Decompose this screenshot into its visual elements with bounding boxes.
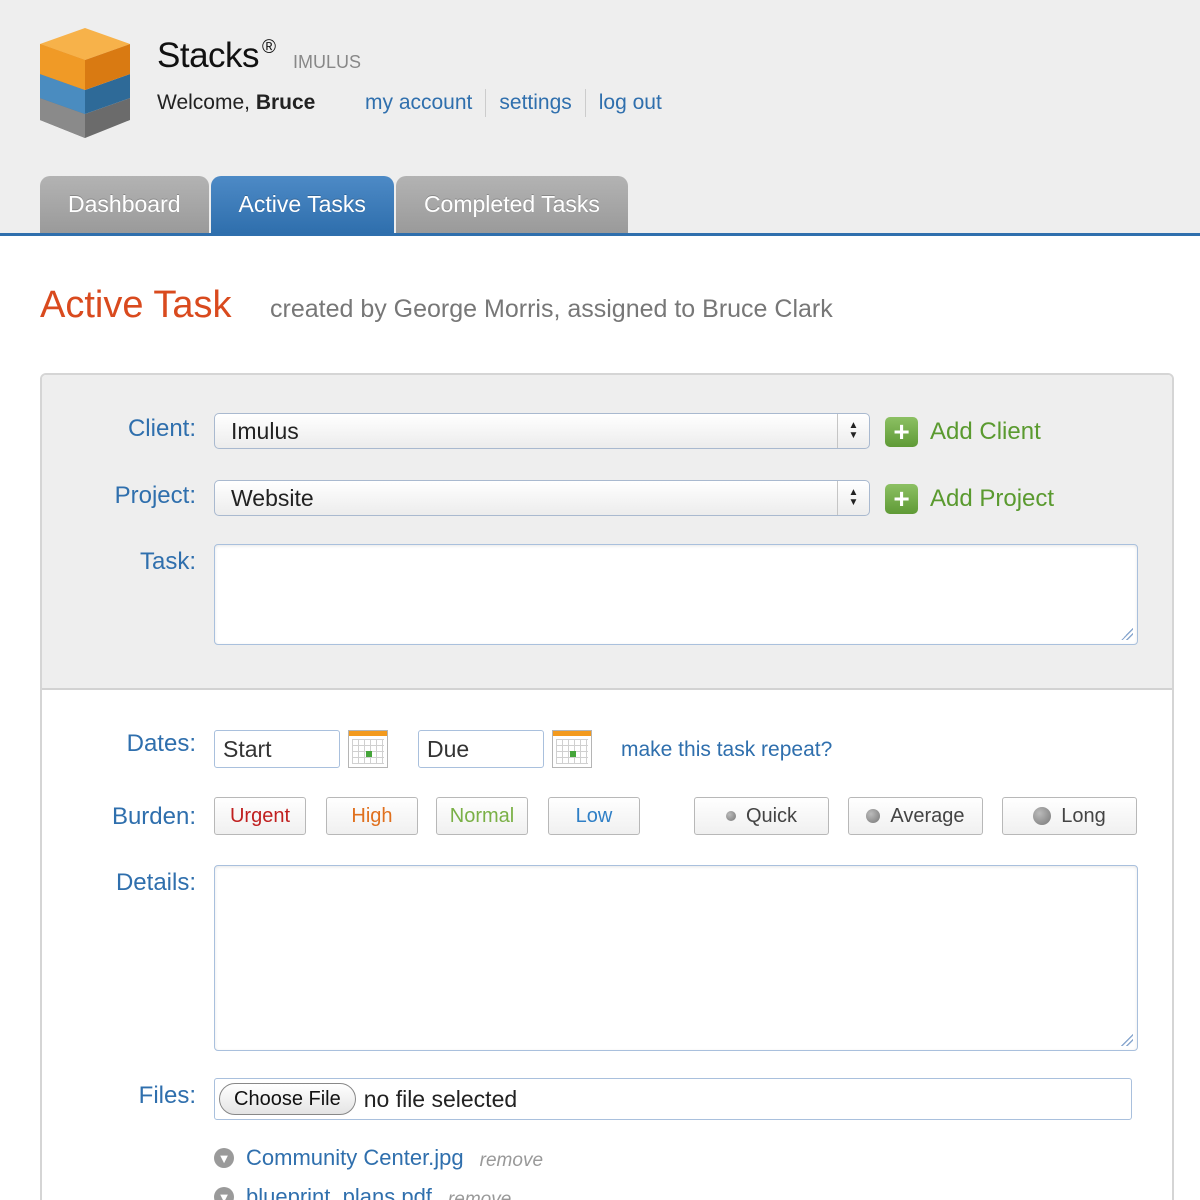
org-name: IMULUS — [293, 52, 362, 72]
registered-mark: ® — [262, 37, 276, 58]
plus-icon: + — [885, 417, 918, 447]
project-select-value: Website — [231, 484, 314, 511]
client-label: Client: — [127, 415, 196, 442]
due-date-input[interactable]: Due — [418, 730, 544, 768]
task-form: Client: Imulus ▲ ▼ + Add Client Project: … — [40, 373, 1174, 1200]
duration-long-button[interactable]: Long — [1002, 797, 1137, 835]
resize-grip-icon[interactable] — [1121, 628, 1133, 640]
client-select-value: Imulus — [231, 417, 299, 444]
header-divider — [0, 233, 1200, 236]
duration-long-label: Long — [1061, 804, 1106, 827]
details-label: Details: — [115, 869, 196, 896]
files-label: Files: — [138, 1082, 196, 1109]
attached-file-item: ▼ blueprint_plans.pdf remove — [214, 1183, 511, 1200]
download-icon[interactable]: ▼ — [214, 1148, 234, 1168]
add-client-label: Add Client — [930, 418, 1041, 445]
details-textarea[interactable] — [214, 865, 1138, 1051]
file-name-link[interactable]: Community Center.jpg — [246, 1145, 464, 1171]
stacks-logo-icon — [40, 28, 130, 138]
tab-completed-tasks[interactable]: Completed Tasks — [395, 176, 628, 233]
small-dot-icon — [725, 811, 736, 821]
medium-dot-icon — [866, 809, 881, 823]
large-dot-icon — [1033, 807, 1052, 825]
burden-label: Burden: — [111, 803, 196, 830]
project-select[interactable]: Website ▲ ▼ — [214, 480, 870, 516]
remove-file-link[interactable]: remove — [448, 1189, 511, 1200]
app-header: Stacks ® IMULUS Welcome, Bruce my accoun… — [0, 0, 1200, 236]
remove-file-link[interactable]: remove — [480, 1150, 543, 1172]
file-upload-field[interactable]: Choose File no file selected — [214, 1078, 1132, 1120]
welcome-text: Welcome, Bruce — [157, 91, 315, 115]
resize-grip-icon[interactable] — [1121, 1034, 1133, 1046]
download-icon[interactable]: ▼ — [214, 1187, 234, 1200]
duration-average-button[interactable]: Average — [848, 797, 983, 835]
duration-quick-label: Quick — [745, 804, 798, 827]
add-client-button[interactable]: + Add Client — [885, 417, 1041, 447]
link-separator — [584, 89, 586, 117]
user-links: my account settings log out — [365, 89, 662, 117]
duration-average-label: Average — [890, 804, 965, 827]
plus-icon: + — [885, 484, 918, 514]
add-project-button[interactable]: + Add Project — [885, 484, 1054, 514]
start-date-input[interactable]: Start — [214, 730, 340, 768]
settings-link[interactable]: settings — [499, 89, 571, 117]
my-account-link[interactable]: my account — [365, 89, 472, 117]
select-arrows-icon: ▲ ▼ — [837, 481, 869, 515]
duration-quick-button[interactable]: Quick — [694, 797, 829, 835]
priority-low-button[interactable]: Low — [548, 797, 640, 835]
main-tabs: Dashboard Active Tasks Completed Tasks — [40, 176, 630, 233]
attached-file-item: ▼ Community Center.jpg remove — [214, 1144, 543, 1172]
priority-urgent-button[interactable]: Urgent — [214, 797, 306, 835]
start-calendar-icon[interactable] — [348, 730, 388, 768]
file-name-link[interactable]: blueprint_plans.pdf — [246, 1184, 432, 1200]
add-project-label: Add Project — [930, 485, 1055, 512]
page-title: Active Task — [40, 284, 232, 326]
user-name: Bruce — [255, 91, 316, 114]
dates-label: Dates: — [126, 730, 196, 757]
choose-file-button[interactable]: Choose File — [219, 1083, 356, 1115]
log-out-link[interactable]: log out — [599, 89, 662, 117]
link-separator — [485, 89, 487, 117]
tab-active-tasks[interactable]: Active Tasks — [210, 176, 394, 233]
no-file-text: no file selected — [363, 1085, 518, 1112]
project-label: Project: — [114, 482, 196, 509]
priority-high-button[interactable]: High — [326, 797, 418, 835]
app-title: Stacks — [157, 36, 260, 75]
task-textarea[interactable] — [214, 544, 1138, 645]
welcome-prefix: Welcome, — [157, 91, 250, 114]
task-label: Task: — [139, 548, 196, 575]
select-arrows-icon: ▲ ▼ — [837, 414, 869, 448]
due-calendar-icon[interactable] — [552, 730, 592, 768]
page-subtitle: created by George Morris, assigned to Br… — [270, 295, 833, 323]
repeat-task-link[interactable]: make this task repeat? — [621, 738, 832, 762]
client-select[interactable]: Imulus ▲ ▼ — [214, 413, 870, 449]
tab-dashboard[interactable]: Dashboard — [40, 176, 209, 233]
priority-normal-button[interactable]: Normal — [436, 797, 528, 835]
